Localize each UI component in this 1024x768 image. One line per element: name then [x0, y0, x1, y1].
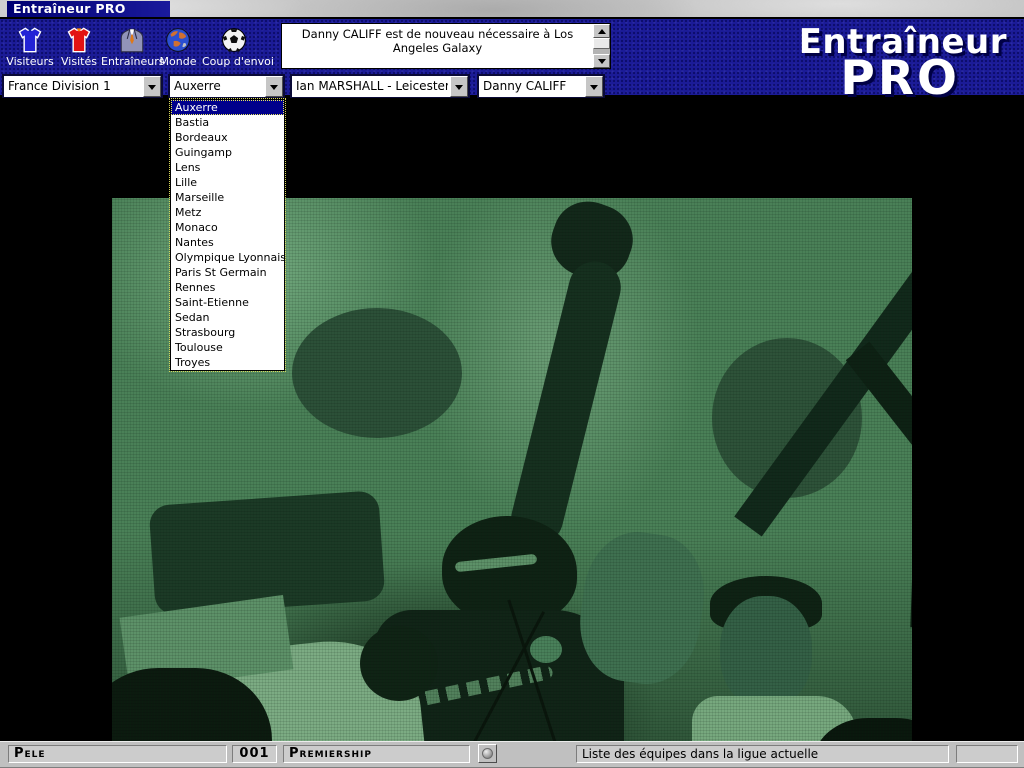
- person-combo-value: Ian MARSHALL - Leicester City: [296, 78, 448, 95]
- player-combo[interactable]: Danny CALIFF: [477, 74, 605, 99]
- photo-shape: [507, 599, 559, 752]
- team-option[interactable]: Lens: [171, 160, 284, 175]
- toolbar-label: Visités: [57, 55, 101, 68]
- league-combo[interactable]: France Division 1: [2, 74, 163, 99]
- chevron-down-icon[interactable]: [143, 76, 161, 97]
- toolbar-label: Entraîneurs: [101, 55, 163, 68]
- player-combo-value: Danny CALIFF: [483, 78, 583, 95]
- status-globe-button[interactable]: [478, 744, 497, 763]
- photo-shape: [455, 554, 538, 573]
- status-hint: Liste des équipes dans la ligue actuelle: [576, 745, 949, 763]
- news-ticker: Danny CALIFF est de nouveau nécessaire à…: [281, 23, 611, 69]
- photo-shape: [712, 338, 862, 498]
- person-combo[interactable]: Ian MARSHALL - Leicester City: [290, 74, 470, 99]
- team-option[interactable]: Marseille: [171, 190, 284, 205]
- window-title: Entraîneur PRO: [7, 1, 170, 17]
- away-shirt-icon: [16, 27, 44, 53]
- team-combo[interactable]: Auxerre: [168, 74, 285, 99]
- toolbar-button-visiteurs[interactable]: Visiteurs: [4, 27, 56, 71]
- toolbar-button-monde[interactable]: Monde: [158, 27, 198, 71]
- photo-shape: [572, 525, 712, 690]
- toolbar-button-entraineurs[interactable]: Entraîneurs: [101, 27, 163, 71]
- chevron-down-icon[interactable]: [265, 76, 283, 97]
- photo-shape: [404, 665, 554, 710]
- team-option[interactable]: Sedan: [171, 310, 284, 325]
- triangle-down-icon: [270, 85, 278, 90]
- team-option[interactable]: Metz: [171, 205, 284, 220]
- team-option[interactable]: Lille: [171, 175, 284, 190]
- photo-shape: [710, 576, 822, 631]
- photo-shape: [292, 308, 462, 438]
- team-combo-value: Auxerre: [174, 78, 263, 95]
- photo-shape: [720, 596, 812, 708]
- team-option[interactable]: Olympique Lyonnais: [171, 250, 284, 265]
- status-league-name: Premiership: [283, 745, 470, 763]
- team-option[interactable]: Paris St Germain: [171, 265, 284, 280]
- world-globe-icon: [165, 27, 191, 53]
- triangle-down-icon: [148, 85, 156, 90]
- main-content-area: [0, 98, 1024, 741]
- status-empty-panel: [956, 745, 1018, 763]
- team-option[interactable]: Bastia: [171, 115, 284, 130]
- team-option[interactable]: Troyes: [171, 355, 284, 370]
- photo-shape: [442, 516, 577, 624]
- photo-shape: [910, 198, 912, 628]
- toolbar-label: Visiteurs: [4, 55, 56, 68]
- team-dropdown-list: Auxerre Bastia Bordeaux Guingamp Lens Li…: [170, 99, 285, 371]
- chevron-down-icon[interactable]: [450, 76, 468, 97]
- toolbar-button-coup-denvoi[interactable]: Coup d'envoi: [202, 27, 266, 71]
- team-option[interactable]: Nantes: [171, 235, 284, 250]
- photo-shape: [734, 250, 912, 537]
- photo-shape: [120, 595, 294, 692]
- kickoff-football-icon: [221, 27, 247, 53]
- chevron-down-icon[interactable]: [585, 76, 603, 97]
- toolbar-label: Coup d'envoi: [202, 55, 266, 68]
- photo-shape: [360, 626, 438, 701]
- status-bar: Pele 001 Premiership Liste des équipes d…: [0, 741, 1024, 768]
- photo-shape: [542, 198, 643, 289]
- photo-shape: [506, 256, 627, 550]
- team-option[interactable]: Bordeaux: [171, 130, 284, 145]
- team-option[interactable]: Strasbourg: [171, 325, 284, 340]
- app-logo: Entraîneur PRO: [604, 19, 1024, 95]
- manager-suit-icon: [118, 27, 146, 53]
- team-option[interactable]: Guingamp: [171, 145, 284, 160]
- status-manager-name: Pele: [8, 745, 227, 763]
- team-option[interactable]: Saint-Etienne: [171, 295, 284, 310]
- team-option[interactable]: Auxerre: [171, 100, 284, 115]
- photo-shape: [472, 611, 545, 745]
- news-text: Danny CALIFF est de nouveau nécessaire à…: [286, 27, 589, 66]
- league-combo-value: France Division 1: [8, 78, 141, 95]
- home-shirt-icon: [65, 27, 93, 53]
- photo-shape: [846, 342, 912, 605]
- triangle-down-icon: [590, 85, 598, 90]
- globe-icon: [482, 748, 493, 759]
- team-option[interactable]: Rennes: [171, 280, 284, 295]
- team-option[interactable]: Toulouse: [171, 340, 284, 355]
- photo-shape: [148, 490, 385, 616]
- toolbar-button-visites[interactable]: Visités: [57, 27, 101, 71]
- top-toolbar-panel: Visiteurs Visités Entraîneurs Monde: [0, 17, 1024, 98]
- team-option[interactable]: Monaco: [171, 220, 284, 235]
- triangle-down-icon: [455, 85, 463, 90]
- toolbar-label: Monde: [158, 55, 198, 68]
- photo-shape: [530, 636, 562, 663]
- status-counter: 001: [232, 745, 277, 763]
